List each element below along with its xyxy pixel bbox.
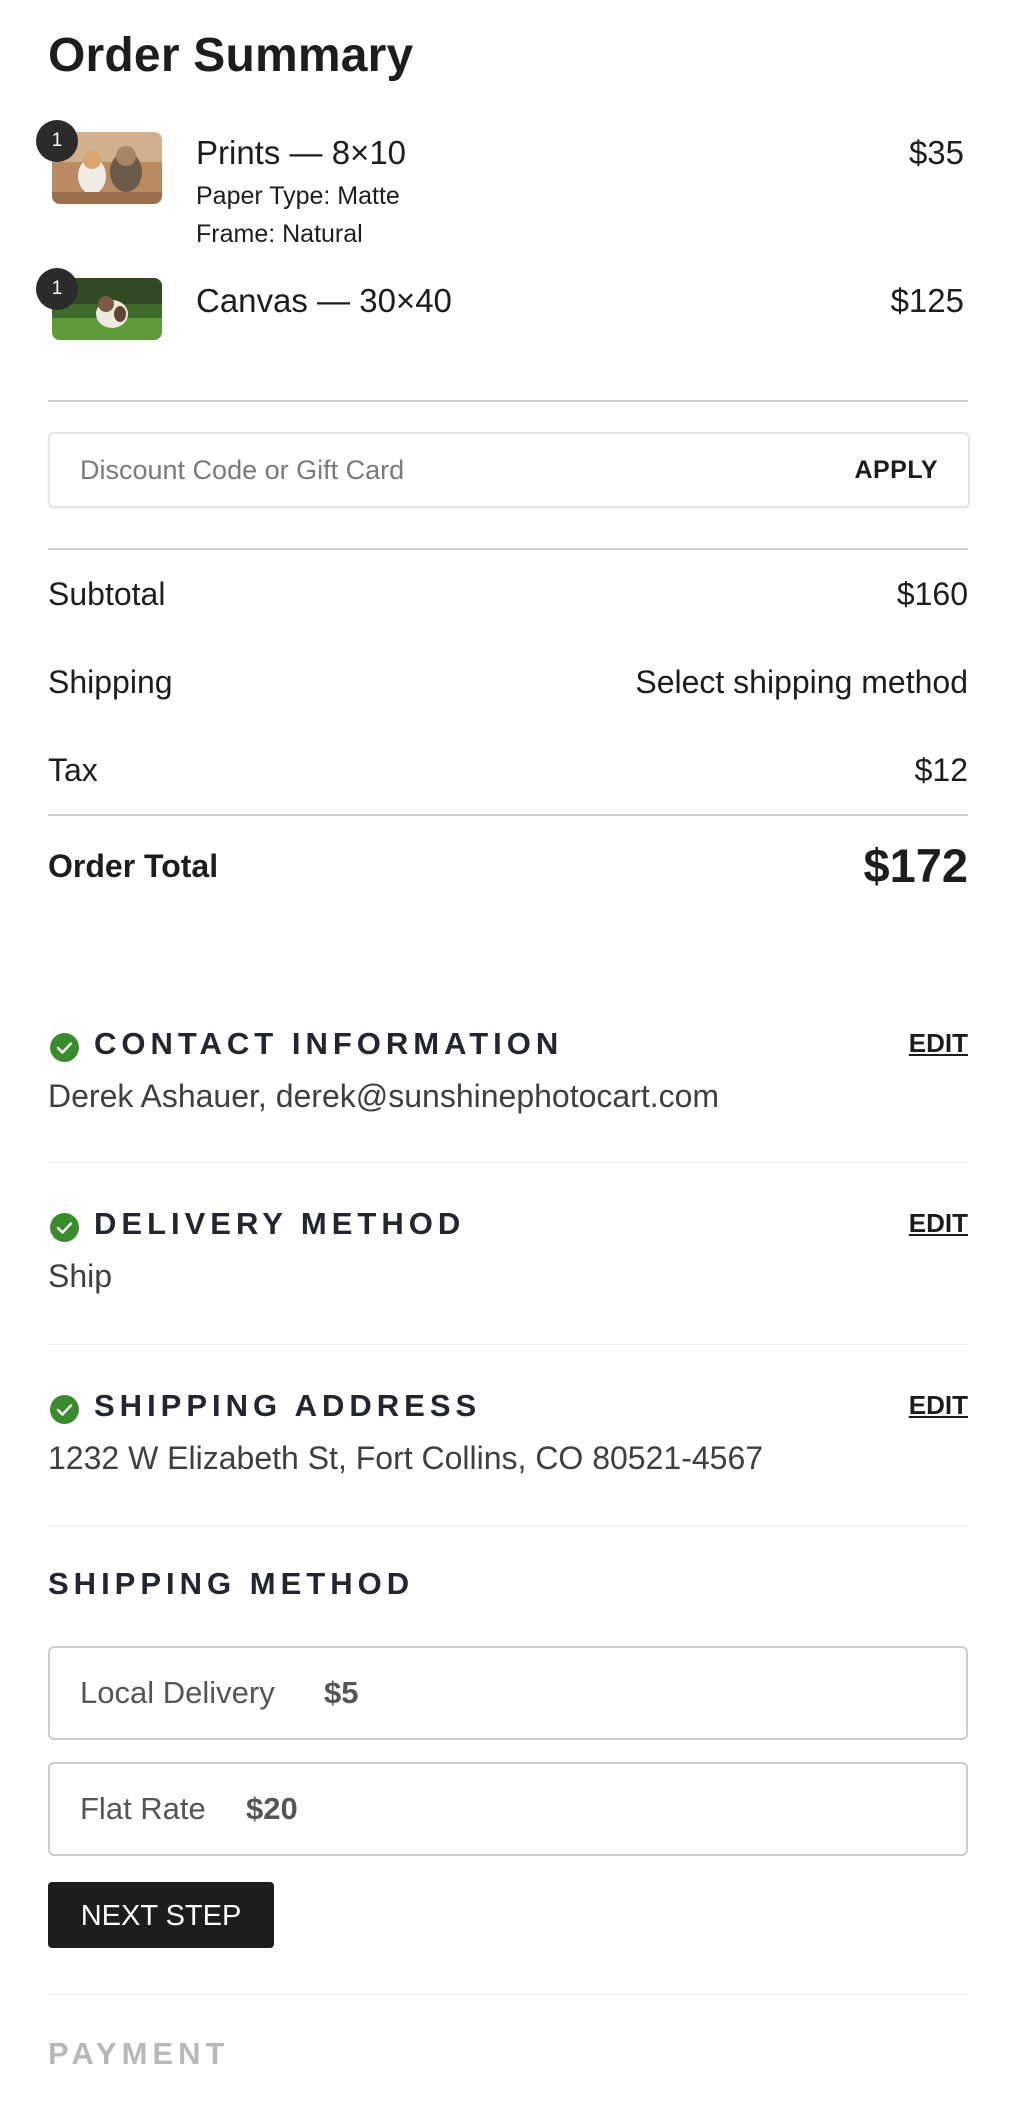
divider	[48, 1344, 968, 1345]
edit-delivery-button[interactable]: EDIT	[909, 1208, 968, 1239]
edit-contact-button[interactable]: EDIT	[909, 1028, 968, 1059]
check-circle-icon	[50, 1213, 79, 1242]
subtotal-value: $160	[896, 576, 968, 612]
tax-value: $12	[914, 752, 968, 788]
shipping-option-price: $5	[324, 1675, 359, 1710]
checkout-page: Order Summary 1 Prints — 8×10 $35 Paper …	[0, 0, 1034, 2124]
subtotal-label: Subtotal	[48, 576, 166, 612]
item-price: $125	[890, 282, 964, 319]
divider	[48, 400, 968, 402]
divider	[48, 1526, 968, 1527]
contact-section-title: CONTACT INFORMATION	[94, 1026, 564, 1061]
check-circle-icon	[50, 1033, 79, 1062]
address-section-header: SHIPPING ADDRESS	[48, 1388, 968, 1428]
item-quantity-badge: 1	[36, 120, 78, 162]
shipping-label: Shipping	[48, 664, 173, 700]
item-option-paper: Paper Type: Matte	[196, 182, 400, 210]
tax-label: Tax	[48, 752, 98, 788]
shipping-option-local-delivery[interactable]: Local Delivery $5	[48, 1646, 968, 1740]
divider	[48, 1994, 968, 1995]
order-total-value: $172	[863, 839, 968, 892]
item-price: $35	[908, 134, 964, 171]
item-name: Canvas — 30×40	[196, 282, 452, 319]
order-total-label: Order Total	[48, 848, 219, 884]
item-option-frame: Frame: Natural	[196, 220, 363, 248]
shipping-option-name: Local Delivery	[80, 1675, 275, 1710]
address-value: 1232 W Elizabeth St, Fort Collins, CO 80…	[48, 1440, 764, 1476]
discount-code-input[interactable]	[80, 434, 780, 506]
divider	[48, 814, 968, 816]
order-summary-title: Order Summary	[48, 29, 414, 82]
delivery-value: Ship	[48, 1258, 113, 1294]
item-name: Prints — 8×10	[196, 134, 407, 171]
delivery-section-header: DELIVERY METHOD	[48, 1206, 968, 1246]
cart-item: 1 Canvas — 30×40 $125	[0, 268, 1034, 348]
shipping-option-price: $20	[246, 1791, 298, 1826]
shipping-option-name: Flat Rate	[80, 1791, 206, 1826]
item-quantity-badge: 1	[36, 268, 78, 310]
contact-value: Derek Ashauer, derek@sunshinephotocart.c…	[48, 1078, 720, 1114]
shipping-value: Select shipping method	[635, 664, 968, 700]
contact-section-header: CONTACT INFORMATION	[48, 1026, 968, 1066]
shipping-method-title: SHIPPING METHOD	[48, 1566, 415, 1601]
discount-box: APPLY	[48, 432, 970, 508]
check-circle-icon	[50, 1395, 79, 1424]
payment-section-title: PAYMENT	[48, 2036, 230, 2071]
edit-address-button[interactable]: EDIT	[909, 1390, 968, 1421]
next-step-button[interactable]: NEXT STEP	[48, 1882, 274, 1948]
address-section-title: SHIPPING ADDRESS	[94, 1388, 482, 1423]
divider	[48, 1162, 968, 1163]
apply-discount-button[interactable]: APPLY	[854, 434, 938, 506]
delivery-section-title: DELIVERY METHOD	[94, 1206, 466, 1241]
cart-item: 1 Prints — 8×10 $35 Paper Type: Matte Fr…	[0, 120, 1034, 260]
divider	[48, 548, 968, 550]
shipping-option-flat-rate[interactable]: Flat Rate $20	[48, 1762, 968, 1856]
